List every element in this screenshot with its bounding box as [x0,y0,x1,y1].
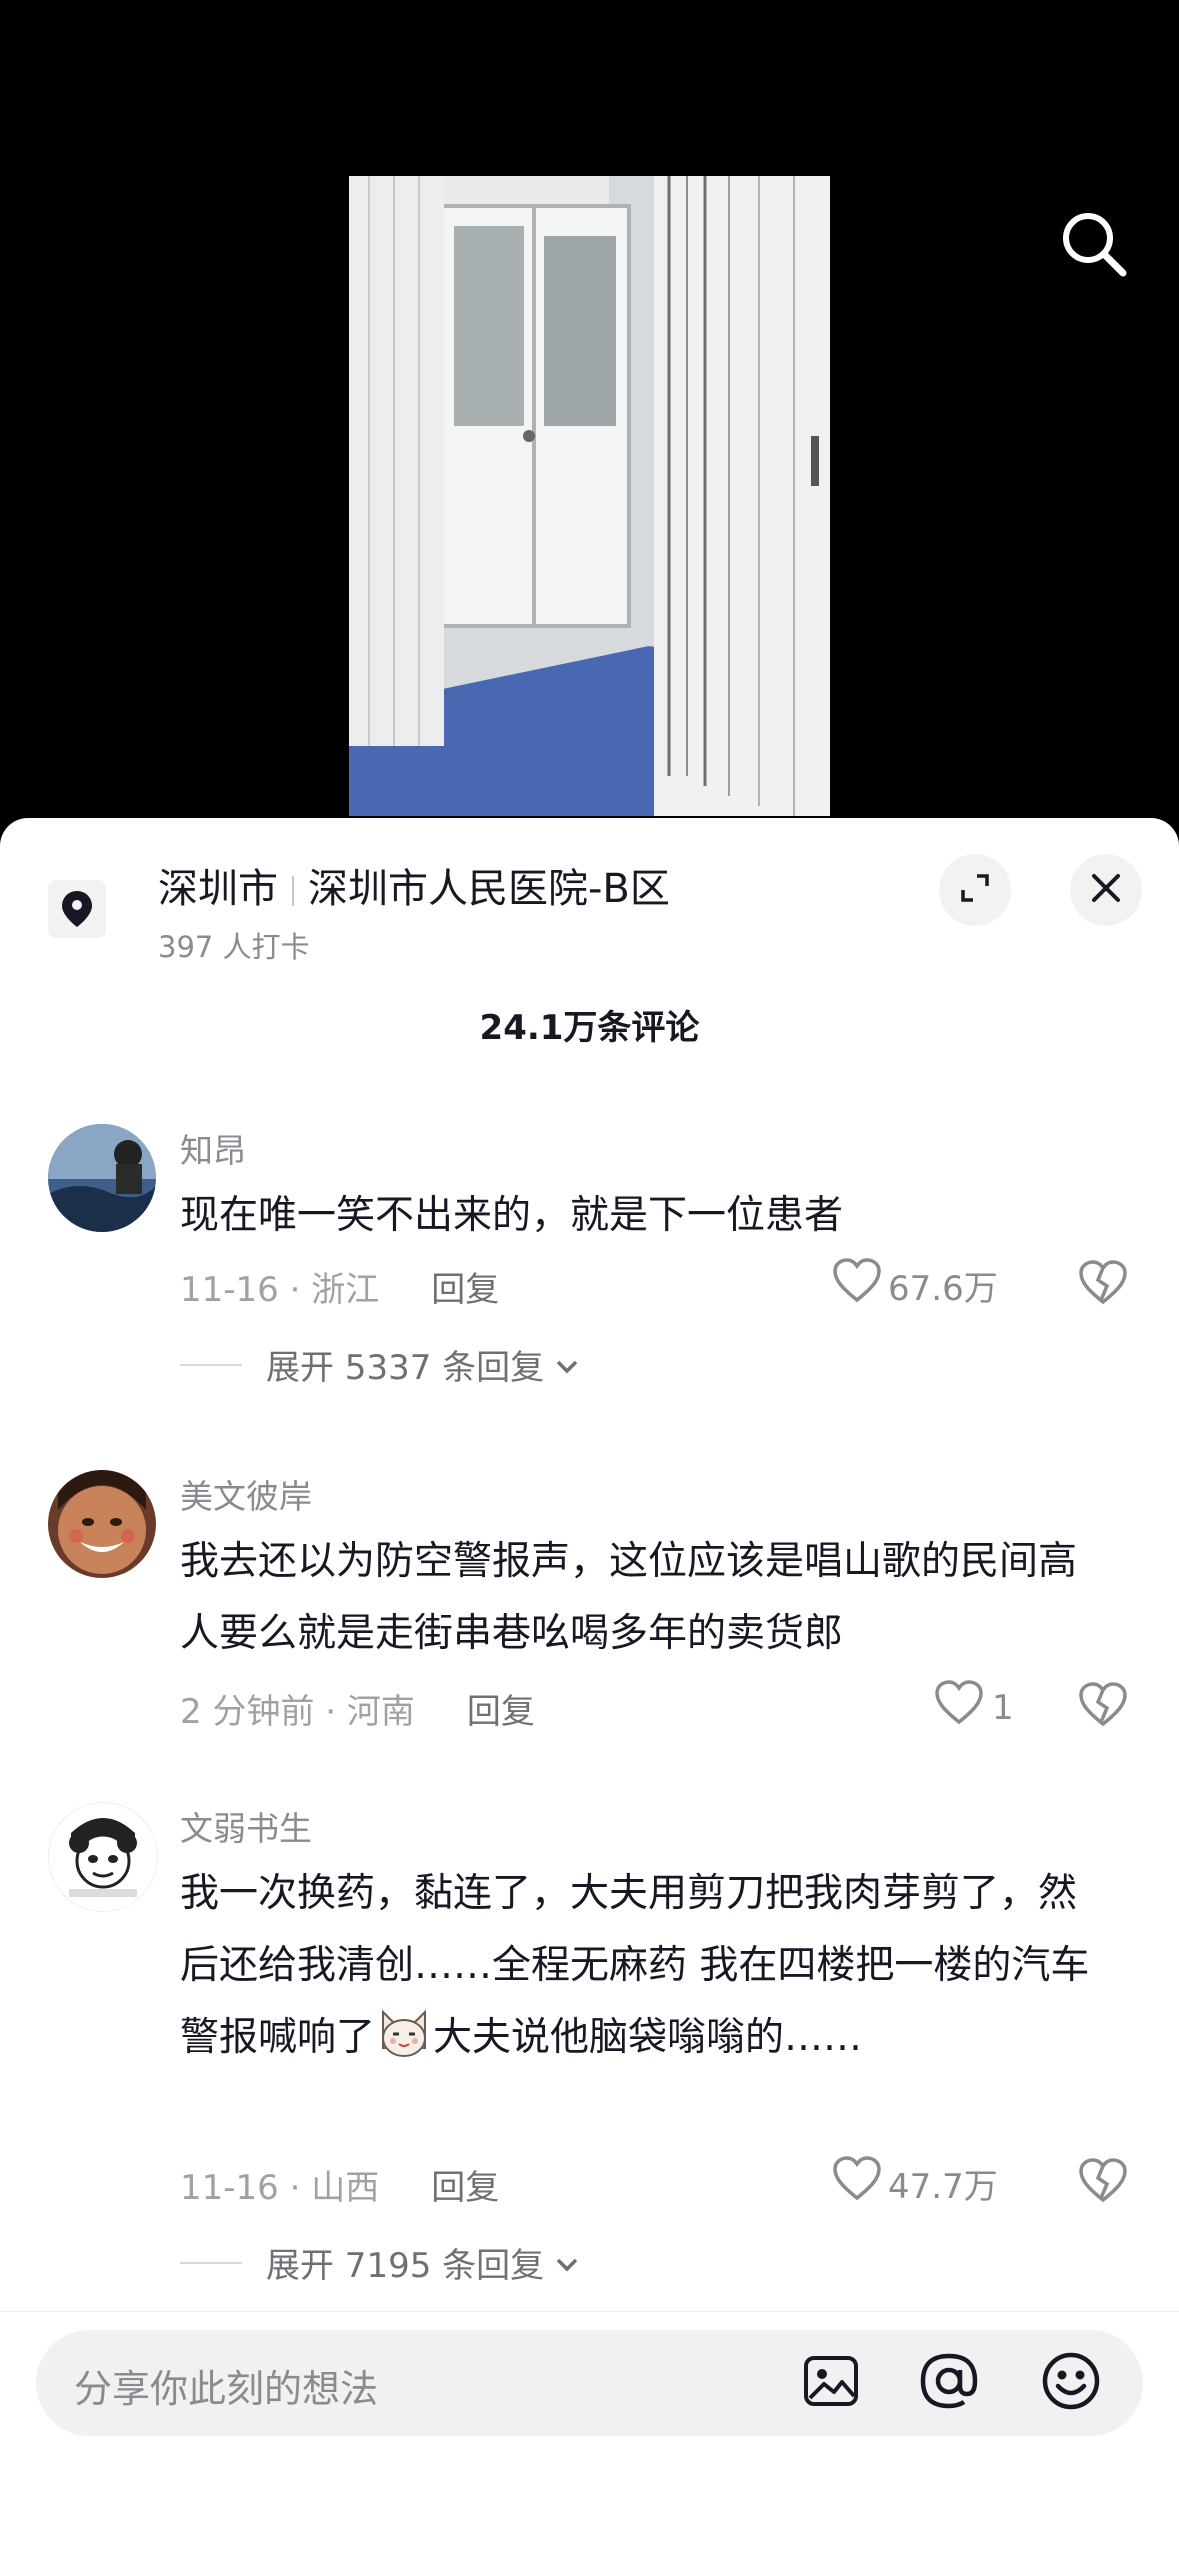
search-icon [1055,213,1135,289]
avatar[interactable] [48,1124,156,1232]
emoji-icon [1040,2350,1102,2416]
checkin-count: 397 人打卡 [158,930,310,964]
reply-button[interactable]: 回复 [431,2168,499,2208]
chevron-down-icon [554,1345,580,1385]
comment-item: 美文彼岸 我去还以为防空警报声，这位应该是唱山歌的民间高人要么就是走街串巷吆喝多… [0,1470,1179,1732]
image-icon [802,2352,860,2414]
comment-item: 知昂 现在唯一笑不出来的，就是下一位患者 11-16 · 浙江 回复 67.6万 … [0,1124,1179,1444]
comment-sheet: 深圳市 深圳市人民医院-B区 397 人打卡 24.1万条评论 知昂 现在唯一笑… [0,818,1179,2556]
dislike-button[interactable] [1078,2158,1128,2208]
like-count: 47.7万 [888,2167,998,2207]
reply-button[interactable]: 回复 [431,1270,499,1310]
comment-username[interactable]: 美文彼岸 [180,1470,312,1518]
location-city: 深圳市 [158,866,278,912]
divider-line [180,1363,242,1366]
comment-username[interactable]: 文弱书生 [180,1802,312,1850]
like-count: 1 [992,1687,1014,1728]
location-place: 深圳市人民医院-B区 [308,866,670,912]
comment-region: 浙江 [311,1270,380,1310]
expand-button[interactable] [939,854,1011,926]
comment-region: 河南 [346,1692,415,1732]
heart-icon [832,2156,882,2211]
comment-time: 11-16 [180,1270,279,1310]
close-icon [1088,870,1124,910]
expand-replies-label: 展开 5337 条回复 [266,1348,545,1388]
comment-input-bar: 分享你此刻的想法 [0,2311,1179,2557]
comment-count: 24.1万条评论 [479,1008,700,1048]
comment-text-part: 大夫说他脑袋嗡嗡的…… [433,2015,863,2060]
comment-meta: 11-16 · 浙江 回复 [180,1262,499,1311]
comment-username[interactable]: 知昂 [180,1124,246,1172]
image-button[interactable] [800,2352,862,2414]
chevron-down-icon [554,2243,580,2283]
comment-meta: 11-16 · 山西 回复 [180,2160,499,2209]
at-icon [918,2350,980,2416]
expand-replies[interactable]: 展开 5337 条回复 [180,1340,580,1389]
expand-replies-label: 展开 7195 条回复 [266,2246,545,2286]
emoji-button[interactable] [1040,2352,1102,2414]
like-button[interactable]: 1 [934,1680,1014,1735]
location-title[interactable]: 深圳市 深圳市人民医院-B区 [158,856,670,914]
location-separator [292,876,294,906]
expand-replies[interactable]: 展开 7195 条回复 [180,2238,580,2287]
comment-input[interactable]: 分享你此刻的想法 [36,2330,1143,2436]
comment-item: 文弱书生 我一次换药，黏连了，大夫用剪刀把我肉芽剪了，然后还给我清创……全程无麻… [0,1802,1179,2286]
dislike-button[interactable] [1078,1260,1128,1310]
expand-icon [957,870,993,910]
cat-face-emoji-icon [377,2008,431,2082]
video-thumbnail [349,176,830,816]
broken-heart-icon [1078,1682,1128,1732]
like-count: 67.6万 [888,1269,998,1309]
dislike-button[interactable] [1078,1682,1128,1732]
broken-heart-icon [1078,1260,1128,1310]
comment-input-placeholder: 分享你此刻的想法 [74,2367,379,2411]
avatar[interactable] [48,1802,158,1912]
avatar[interactable] [48,1470,156,1578]
comment-text: 我去还以为防空警报声，这位应该是唱山歌的民间高人要么就是走街串巷吆喝多年的卖货郎 [180,1539,1078,1656]
comment-region: 山西 [311,2168,380,2208]
meta-dot: · [278,2168,312,2208]
like-button[interactable]: 47.7万 [832,2156,998,2211]
broken-heart-icon [1078,2158,1128,2208]
divider-line [180,2261,242,2264]
video-player[interactable] [0,0,1179,820]
comment-text: 现在唯一笑不出来的，就是下一位患者 [180,1193,844,1238]
mention-button[interactable] [918,2352,980,2414]
heart-icon [832,1258,882,1313]
heart-icon [934,1680,984,1735]
location-pin-icon [48,880,106,938]
comment-time: 2 分钟前 [180,1692,315,1732]
like-button[interactable]: 67.6万 [832,1258,998,1313]
meta-dot: · [314,1692,347,1732]
reply-button[interactable]: 回复 [467,1692,535,1732]
comment-time: 11-16 [180,2168,279,2208]
search-button[interactable] [1055,205,1135,285]
comment-text: 我一次换药，黏连了，大夫用剪刀把我肉芽剪了，然后还给我清创……全程无麻药 我在四… [180,1858,1110,2082]
meta-dot: · [278,1270,312,1310]
comment-meta: 2 分钟前 · 河南 回复 [180,1684,535,1733]
close-button[interactable] [1070,854,1142,926]
